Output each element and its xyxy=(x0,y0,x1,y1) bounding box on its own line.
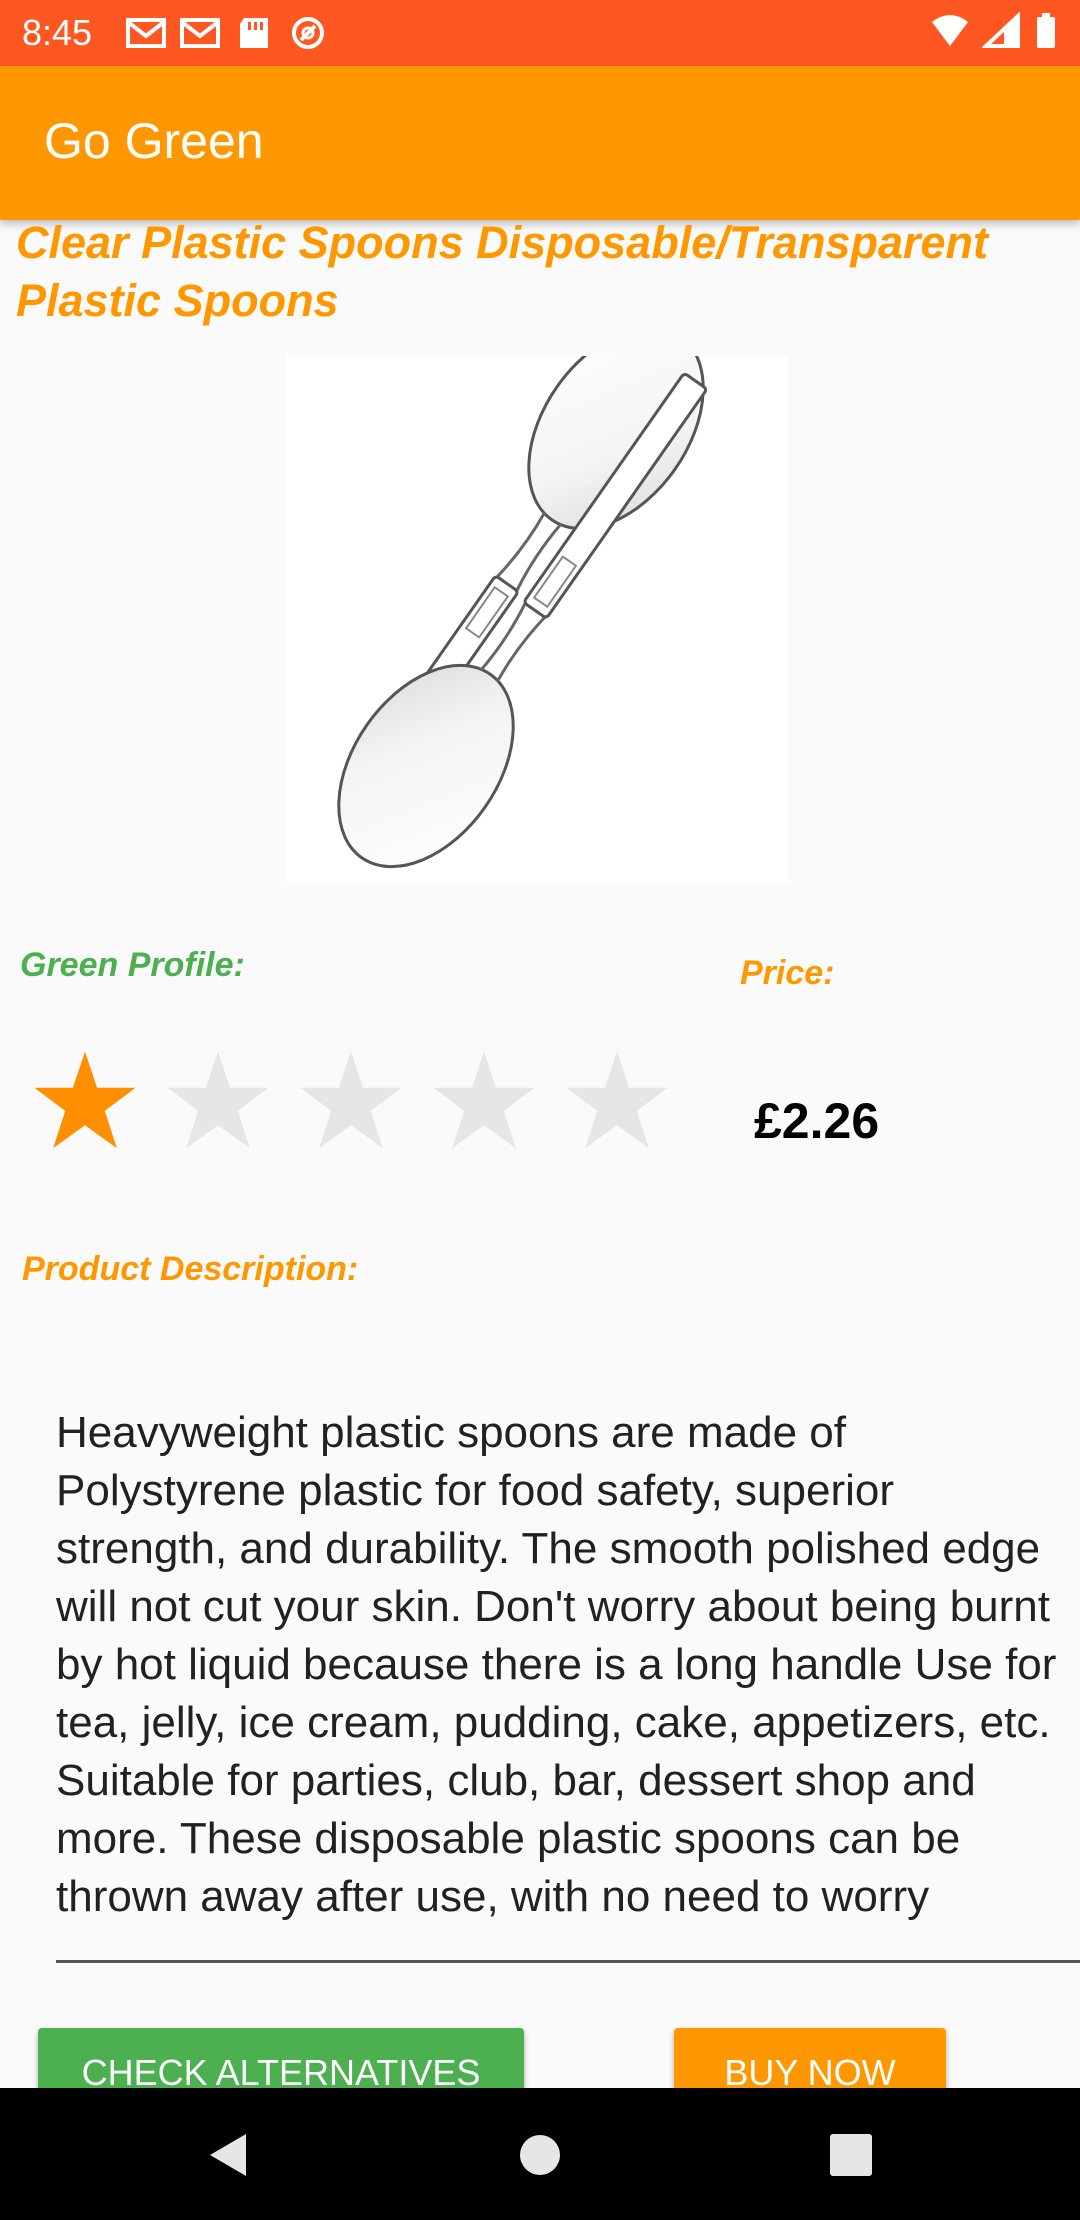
plastic-spoons-image xyxy=(337,325,707,869)
gmail-icon xyxy=(180,18,220,48)
signal-icon xyxy=(982,12,1020,48)
app-bar: Go Green xyxy=(0,66,1080,220)
green-rating xyxy=(30,1046,672,1156)
product-description-text: Heavyweight plastic spoons are made of P… xyxy=(56,1408,1057,1921)
back-icon[interactable] xyxy=(202,2130,252,2180)
sd-card-icon xyxy=(240,18,268,48)
product-description-scroll[interactable]: Heavyweight plastic spoons are made of P… xyxy=(56,1404,1080,1963)
app-title: Go Green xyxy=(44,113,264,169)
product-description-label: Product Description: xyxy=(22,1250,359,1288)
product-image xyxy=(286,325,788,882)
star-empty-icon xyxy=(300,1051,402,1149)
wifi-icon xyxy=(932,15,968,46)
green-profile-label: Green Profile: xyxy=(20,946,245,984)
recents-icon[interactable] xyxy=(826,2130,876,2180)
notification-icons xyxy=(126,14,328,52)
gmail-icon xyxy=(126,18,166,48)
status-time: 8:45 xyxy=(22,12,93,53)
sync-icon xyxy=(292,17,324,49)
star-filled-icon xyxy=(34,1051,136,1149)
home-icon[interactable] xyxy=(515,2130,565,2180)
star-empty-icon xyxy=(433,1051,535,1149)
status-bar: 8:45 xyxy=(0,0,1080,66)
navigation-bar xyxy=(0,2088,1080,2220)
price-label: Price: xyxy=(740,954,835,992)
price-value: £2.26 xyxy=(754,1093,880,1149)
system-status-icons xyxy=(930,12,1058,50)
product-title: Clear Plastic Spoons Disposable/Transpar… xyxy=(16,217,988,326)
star-empty-icon xyxy=(167,1051,269,1149)
battery-icon xyxy=(1037,13,1055,48)
star-empty-icon xyxy=(566,1051,668,1149)
